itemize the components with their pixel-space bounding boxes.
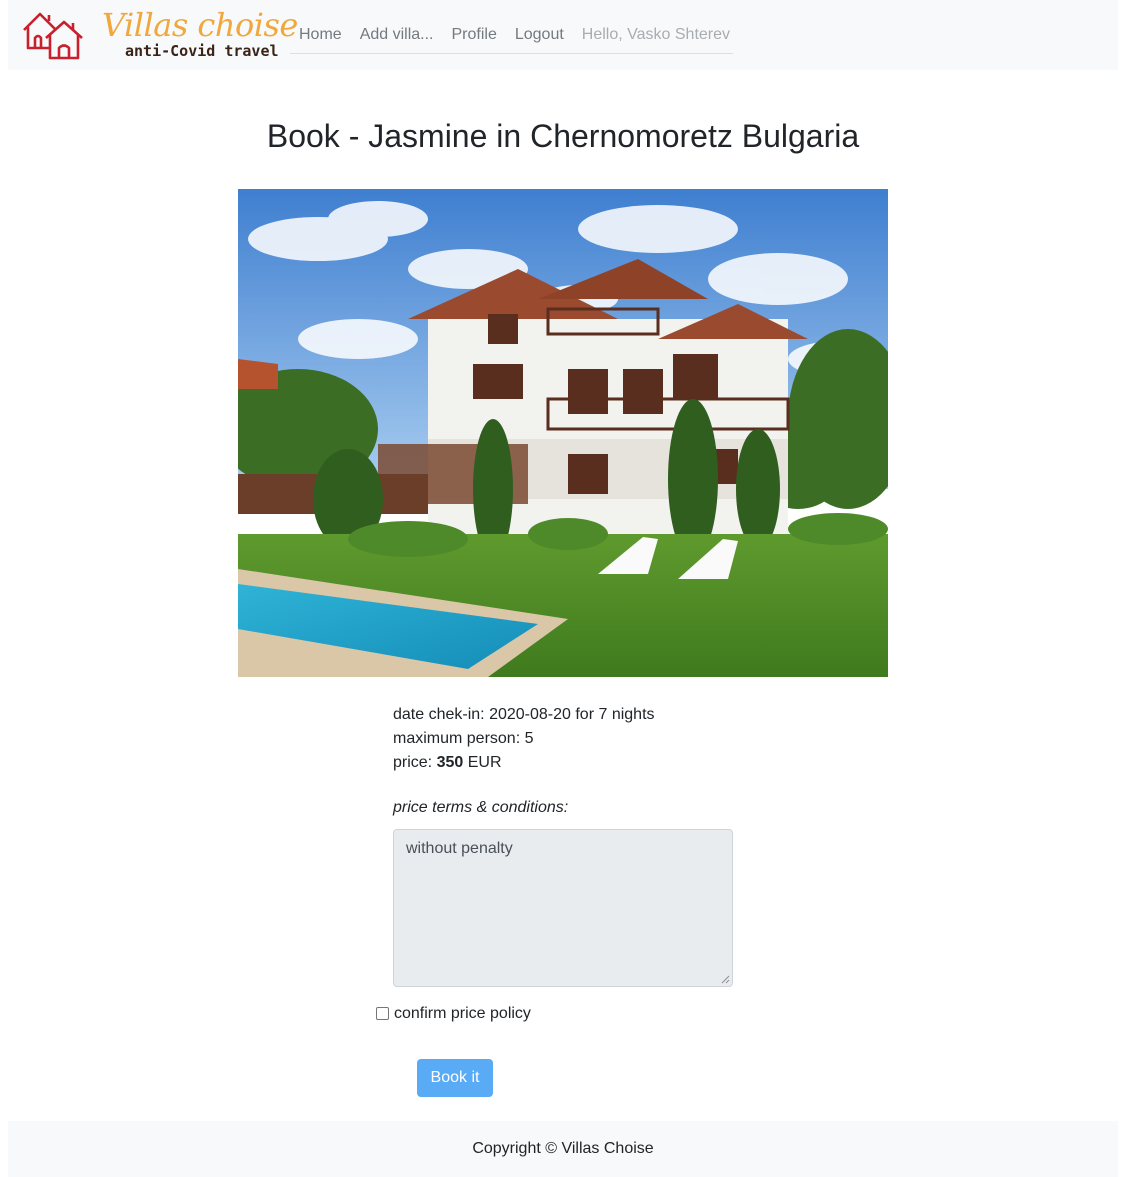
price-currency: EUR [463, 754, 502, 771]
nav-add-villa-link[interactable]: Add villa... [351, 26, 443, 44]
brand-tagline: anti-Covid travel [125, 42, 279, 60]
navbar: Villas choise anti-Covid travel Home Add… [8, 0, 1118, 70]
book-it-button[interactable]: Book it [417, 1059, 493, 1097]
page-title: Book - Jasmine in Chernomoretz Bulgaria [266, 118, 860, 154]
checkin-label: date chek-in: [393, 706, 490, 723]
price-label: price: [393, 754, 437, 771]
confirm-label: confirm price policy [394, 1005, 531, 1022]
price-line: price: 350 EUR [393, 751, 655, 775]
booking-details: date chek-in: 2020-08-20 for 7 nights ma… [393, 703, 655, 775]
terms-label: price terms & conditions: [393, 799, 569, 816]
brand-logo[interactable]: Villas choise anti-Covid travel [22, 6, 298, 62]
brand-name: Villas choise [102, 6, 298, 44]
nav-profile-link[interactable]: Profile [443, 26, 506, 44]
checkin-nights: for 7 nights [570, 706, 655, 723]
resize-handle-icon[interactable] [720, 974, 730, 984]
max-person-line: maximum person: 5 [393, 727, 655, 751]
price-value: 350 [436, 754, 464, 771]
confirm-checkbox[interactable] [376, 1006, 389, 1020]
nav-links: Home Add villa... Profile Logout Hello, … [290, 16, 733, 54]
max-person-value: 5 [524, 730, 534, 747]
nav-logout-link[interactable]: Logout [506, 26, 573, 44]
villa-photo [238, 189, 888, 677]
confirm-price-policy[interactable]: confirm price policy [376, 1005, 531, 1023]
houses-icon [23, 12, 83, 60]
footer: Copyright © Villas Choise [8, 1121, 1118, 1177]
user-greeting: Hello, Vasko Shterev [581, 25, 731, 43]
checkin-line: date chek-in: 2020-08-20 for 7 nights [393, 703, 655, 727]
max-person-label: maximum person: [393, 730, 525, 747]
nav-home-link[interactable]: Home [290, 26, 351, 44]
terms-textarea[interactable]: without penalty [393, 829, 733, 987]
terms-text: without penalty [406, 840, 513, 857]
checkin-date: 2020-08-20 [489, 706, 571, 723]
copyright-text: Copyright © Villas Choise [472, 1140, 654, 1157]
